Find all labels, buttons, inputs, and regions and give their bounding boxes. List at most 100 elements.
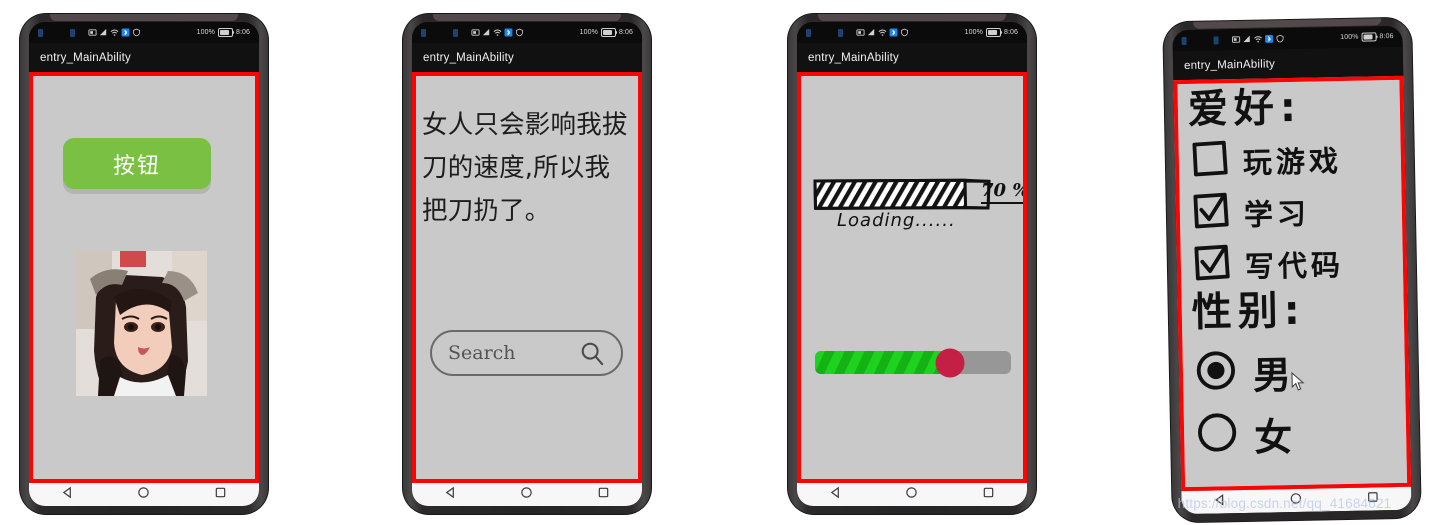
home-circle-icon[interactable] — [1290, 491, 1303, 509]
page-title: entry_MainAbility — [423, 51, 514, 64]
radio-unselected-icon[interactable] — [1196, 411, 1239, 459]
nav-bar — [412, 483, 642, 506]
search-icon[interactable] — [579, 340, 605, 366]
battery-percent-label: 100% — [196, 29, 215, 36]
checkbox-row-study[interactable]: 学习 — [1191, 190, 1310, 235]
checkbox-label-play-games: 玩游戏 — [1242, 143, 1343, 180]
hobby-group-legend: 爱好: — [1187, 84, 1303, 133]
home-circle-icon[interactable] — [905, 486, 918, 504]
back-triangle-icon[interactable] — [444, 486, 457, 504]
status-bar: 100% 8:06 — [797, 22, 1027, 43]
status-dot-icon — [421, 28, 426, 37]
bluetooth-icon — [504, 28, 513, 37]
checkbox-unchecked-icon[interactable] — [1190, 139, 1229, 183]
status-icon-group — [88, 28, 141, 37]
wifi-icon — [1254, 36, 1262, 43]
slider-fill — [815, 351, 951, 374]
sketch-progress-group: 70 % Loading...... — [813, 178, 1023, 240]
status-icon-group — [856, 28, 909, 37]
checkbox-checked-icon[interactable] — [1191, 191, 1230, 235]
checkbox-row-write-code[interactable]: 写代码 — [1192, 241, 1344, 287]
status-dot-2-icon — [70, 28, 75, 37]
phone-4-screen: 100% 8:06 entry_MainAbility 爱好: 玩游戏 学习 写… — [1172, 25, 1412, 515]
status-bar-right: 100% 8:06 — [1340, 32, 1394, 42]
recents-square-icon[interactable] — [597, 486, 610, 504]
sim-card-icon — [88, 29, 97, 36]
loading-caption: Loading...... — [837, 210, 956, 231]
checkbox-row-play-games[interactable]: 玩游戏 — [1190, 137, 1342, 183]
checkbox-checked-icon[interactable] — [1192, 243, 1231, 287]
home-circle-icon[interactable] — [137, 486, 150, 504]
phone-1-app-region: 按钮 — [29, 72, 259, 483]
battery-icon — [1361, 32, 1377, 42]
nav-bar — [797, 483, 1027, 506]
signal-bars-icon — [867, 28, 875, 36]
sim-card-icon — [471, 29, 480, 36]
primary-action-button-label: 按钮 — [112, 153, 161, 179]
battery-percent-label: 100% — [1340, 33, 1359, 42]
radio-selected-icon[interactable] — [1195, 349, 1238, 397]
clock-label: 8:06 — [618, 29, 633, 36]
battery-icon — [217, 28, 235, 37]
battery-percent-label: 100% — [964, 29, 983, 36]
paragraph-text: 女人只会影响我拔刀的速度,所以我把刀扔了。 — [422, 110, 628, 226]
phone-4-app-region: 爱好: 玩游戏 学习 写代码 性别: 男 女 — [1173, 75, 1412, 492]
phone-4-frame: 100% 8:06 entry_MainAbility 爱好: 玩游戏 学习 写… — [1163, 17, 1421, 523]
bluetooth-icon — [1265, 34, 1274, 43]
title-bar: entry_MainAbility — [412, 43, 642, 72]
status-dot-icon — [38, 28, 43, 37]
phone-1-screen: 100% 8:06 entry_MainAbility 按钮 — [29, 22, 259, 506]
title-bar: entry_MainAbility — [29, 43, 259, 72]
gender-group-legend: 性别: — [1191, 287, 1307, 336]
battery-percent-label: 100% — [579, 29, 598, 36]
radio-label-male: 男 — [1252, 353, 1292, 398]
clock-label: 8:06 — [1003, 29, 1018, 36]
wifi-icon — [878, 29, 887, 36]
recents-square-icon[interactable] — [982, 486, 995, 504]
shield-icon — [1276, 34, 1284, 43]
status-dot-icon — [1181, 36, 1187, 45]
volume-slider[interactable] — [815, 348, 1011, 377]
checkbox-label-write-code: 写代码 — [1244, 247, 1345, 284]
signal-bars-icon — [1243, 35, 1250, 43]
phone-2-app-content: 女人只会影响我拔刀的速度,所以我把刀扔了。 Search — [416, 76, 638, 479]
back-triangle-icon[interactable] — [1213, 493, 1226, 511]
wifi-icon — [493, 29, 502, 36]
search-input[interactable]: Search — [430, 330, 623, 376]
portrait-photo-graphic — [76, 251, 207, 396]
status-bar-right: 100% 8:06 — [965, 28, 1018, 37]
shield-icon — [133, 28, 140, 37]
slider-thumb[interactable] — [935, 348, 965, 377]
recents-square-icon[interactable] — [1366, 490, 1379, 508]
bluetooth-icon — [889, 28, 898, 37]
status-bar-left — [1181, 33, 1340, 45]
page-title: entry_MainAbility — [808, 51, 899, 64]
title-bar: entry_MainAbility — [1172, 46, 1404, 81]
primary-action-button[interactable]: 按钮 — [63, 138, 211, 189]
phone-1-app-content: 按钮 — [33, 76, 255, 479]
wifi-icon — [110, 29, 119, 36]
status-dot-2-icon — [453, 28, 458, 37]
status-dot-2-icon — [838, 28, 843, 37]
nav-bar — [29, 483, 259, 506]
recents-square-icon[interactable] — [214, 486, 227, 504]
phone-1-frame: 100% 8:06 entry_MainAbility 按钮 — [20, 14, 268, 514]
phone-2-frame: 100% 8:06 entry_MainAbility 女人只会影响我拔刀的速度… — [403, 14, 651, 514]
sim-card-icon — [856, 29, 865, 36]
status-dot-2-icon — [1213, 35, 1219, 44]
nav-bar — [1181, 486, 1412, 515]
clock-label: 8:06 — [235, 29, 250, 36]
radio-row-male[interactable]: 男 — [1194, 344, 1291, 401]
phone-3-earpiece — [817, 14, 1007, 21]
phone-1-earpiece — [49, 14, 239, 21]
radio-row-female[interactable]: 女 — [1196, 406, 1293, 463]
home-circle-icon[interactable] — [520, 486, 533, 504]
status-bar-left — [421, 28, 580, 37]
screenshot-stage: 100% 8:06 entry_MainAbility 按钮 100% 8:06… — [0, 0, 1429, 525]
back-triangle-icon[interactable] — [829, 486, 842, 504]
shield-icon — [901, 28, 908, 37]
page-title: entry_MainAbility — [1183, 57, 1276, 72]
phone-3-screen: 100% 8:06 entry_MainAbility 70 % Loading… — [797, 22, 1027, 506]
progress-percent-label: 70 % — [981, 180, 1023, 204]
back-triangle-icon[interactable] — [61, 486, 74, 504]
